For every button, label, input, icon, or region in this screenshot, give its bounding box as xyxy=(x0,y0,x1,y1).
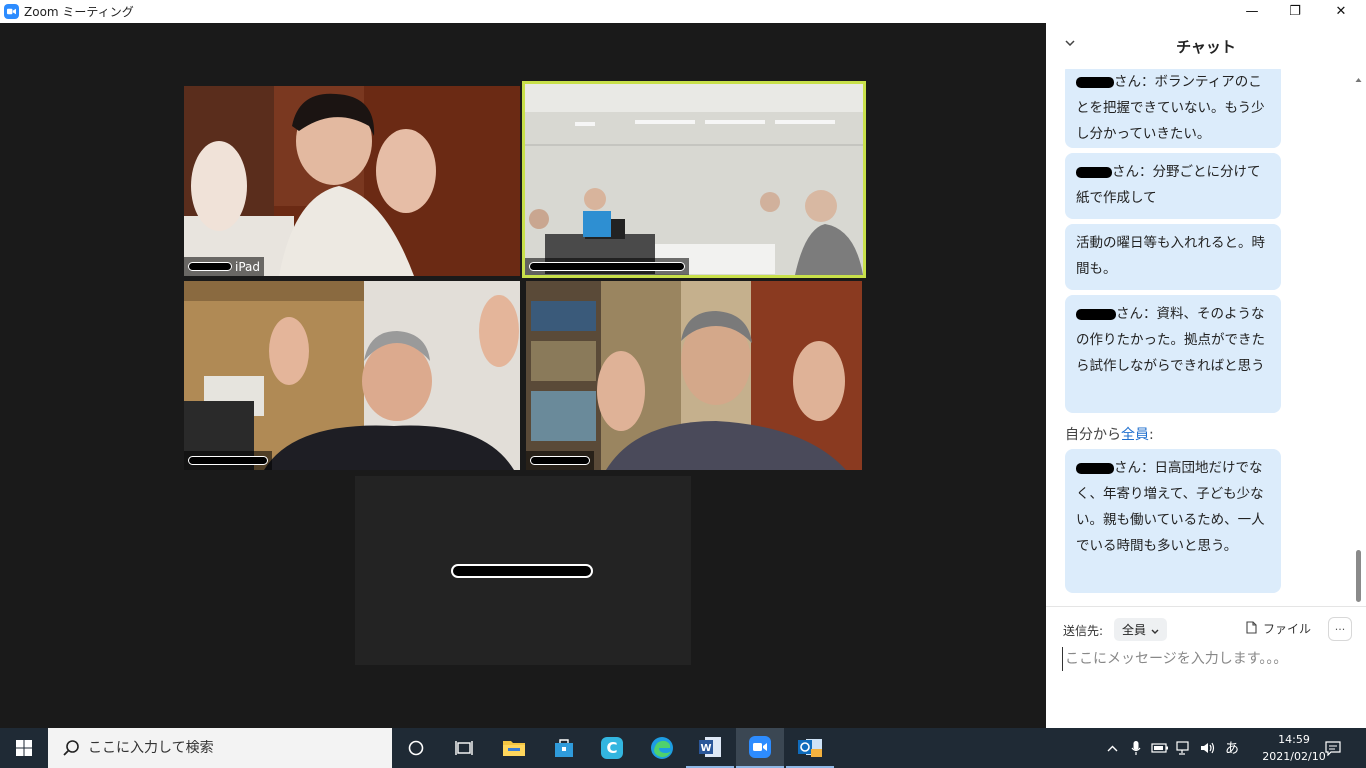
participant-nameplate-2 xyxy=(525,258,689,275)
svg-text:C: C xyxy=(606,739,617,757)
recipient-value: 全員 xyxy=(1122,623,1147,637)
chat-message: さん：ボランティアのことを把握できていない。もう少し分かっていきたい。 xyxy=(1065,69,1281,148)
word-app-button[interactable]: W xyxy=(686,728,734,768)
system-tray: あ xyxy=(1100,728,1244,768)
video-tile-4[interactable] xyxy=(526,281,862,470)
close-button[interactable]: ✕ xyxy=(1318,0,1364,23)
battery-icon[interactable] xyxy=(1148,728,1172,768)
participant-nameplate-1: iPad xyxy=(184,257,265,276)
redacted-name xyxy=(530,456,590,465)
zoom-taskbar-icon xyxy=(749,736,771,758)
store-icon xyxy=(555,739,573,757)
scroll-up-arrow-icon[interactable] xyxy=(1355,68,1362,82)
cortana-button[interactable] xyxy=(392,728,440,768)
notification-icon xyxy=(1325,740,1341,756)
task-view-icon xyxy=(455,741,473,755)
participant-nameplate-3 xyxy=(184,451,272,470)
chat-message-list: さん：ボランティアのことを把握できていない。もう少し分かっていきたい。 さん：分… xyxy=(1046,69,1358,605)
video-tile-3[interactable] xyxy=(184,281,520,470)
file-label: ファイル xyxy=(1263,622,1312,636)
chevron-up-icon[interactable] xyxy=(1100,728,1124,768)
more-options-button[interactable]: ··· xyxy=(1328,617,1352,641)
chat-message: さん：分野ごとに分けて紙で作成して xyxy=(1065,153,1281,219)
recipient-label: 送信先: xyxy=(1063,624,1104,638)
app-c-button[interactable]: C xyxy=(588,728,636,768)
participant-video-3 xyxy=(184,281,520,470)
participant-device-label: iPad xyxy=(235,259,261,274)
video-tile-2-active-speaker[interactable] xyxy=(522,81,866,278)
outlook-icon xyxy=(798,739,822,757)
search-icon xyxy=(63,740,79,756)
task-view-button[interactable] xyxy=(440,728,488,768)
chat-header: チャット xyxy=(1046,23,1366,69)
network-icon[interactable] xyxy=(1172,728,1196,768)
c-app-icon: C xyxy=(601,737,623,759)
taskbar-search-box[interactable] xyxy=(48,728,392,768)
chat-title: チャット xyxy=(1176,37,1236,56)
chevron-down-icon[interactable] xyxy=(1064,37,1076,49)
redacted-sender xyxy=(1076,308,1116,320)
recipient-dropdown[interactable]: 全員 xyxy=(1114,618,1168,641)
restore-button[interactable]: ❐ xyxy=(1272,0,1318,23)
chat-message-input[interactable] xyxy=(1062,647,1352,671)
windows-logo-icon xyxy=(16,740,32,756)
notification-center-button[interactable] xyxy=(1318,728,1348,768)
chat-compose-area: 送信先: 全員 ファイル ··· xyxy=(1046,606,1366,728)
participant-video-4 xyxy=(526,281,862,470)
zoom-app-button[interactable] xyxy=(736,728,784,768)
windows-taskbar: C W あ 14:59 2021/02/10 xyxy=(0,728,1366,768)
participant-nameplate-4 xyxy=(526,451,594,470)
minimize-button[interactable]: — xyxy=(1229,0,1275,23)
cortana-circle-icon xyxy=(408,740,424,756)
scrollbar-thumb[interactable] xyxy=(1356,550,1361,602)
chevron-down-icon xyxy=(1151,623,1159,637)
svg-text:W: W xyxy=(700,743,711,754)
taskbar-search-input[interactable] xyxy=(88,740,388,756)
participant-video-2 xyxy=(525,84,863,275)
chat-scrollbar[interactable] xyxy=(1355,68,1362,605)
redacted-sender xyxy=(1076,76,1114,88)
window-titlebar: Zoom ミーティング — ❐ ✕ xyxy=(0,0,1366,23)
word-icon: W xyxy=(699,737,721,757)
edge-browser-button[interactable] xyxy=(638,728,686,768)
zoom-app-icon xyxy=(4,4,19,19)
redacted-sender xyxy=(1076,462,1114,474)
recipient-link[interactable]: 全員 xyxy=(1121,427,1149,443)
start-button[interactable] xyxy=(0,728,48,768)
file-icon xyxy=(1246,620,1257,637)
edge-icon xyxy=(651,737,673,759)
participant-name-redacted xyxy=(451,564,593,578)
video-tile-5-camera-off[interactable] xyxy=(355,476,691,665)
ime-indicator[interactable]: あ xyxy=(1220,728,1244,768)
outlook-app-button[interactable] xyxy=(786,728,834,768)
file-button[interactable]: ファイル xyxy=(1246,620,1311,637)
microphone-icon[interactable] xyxy=(1124,728,1148,768)
store-app-button[interactable] xyxy=(540,728,588,768)
redacted-name xyxy=(188,262,232,271)
window-title: Zoom ミーティング xyxy=(24,5,134,19)
redacted-sender xyxy=(1076,166,1112,178)
redacted-name xyxy=(529,262,685,271)
redacted-name xyxy=(188,456,268,465)
file-explorer-button[interactable] xyxy=(490,728,538,768)
chat-message: さん：日高団地だけでなく、年寄り増えて、子ども少ない。親も働いているため、一人で… xyxy=(1065,449,1281,593)
message-sender-line: 自分から全員: xyxy=(1065,427,1154,443)
volume-icon[interactable] xyxy=(1196,728,1220,768)
folder-icon xyxy=(503,741,525,756)
video-gallery: iPad xyxy=(0,23,1046,728)
video-tile-1[interactable]: iPad xyxy=(184,86,520,276)
chat-panel: チャット さん：ボランティアのことを把握できていない。もう少し分かっていきたい。… xyxy=(1046,23,1366,728)
chat-message: 活動の曜日等も入れれると。時間も。 xyxy=(1065,224,1281,290)
chat-message: さん：資料、そのようなの作りたかった。拠点ができたら試作しながらできればと思う xyxy=(1065,295,1281,413)
participant-video-1 xyxy=(184,86,520,276)
